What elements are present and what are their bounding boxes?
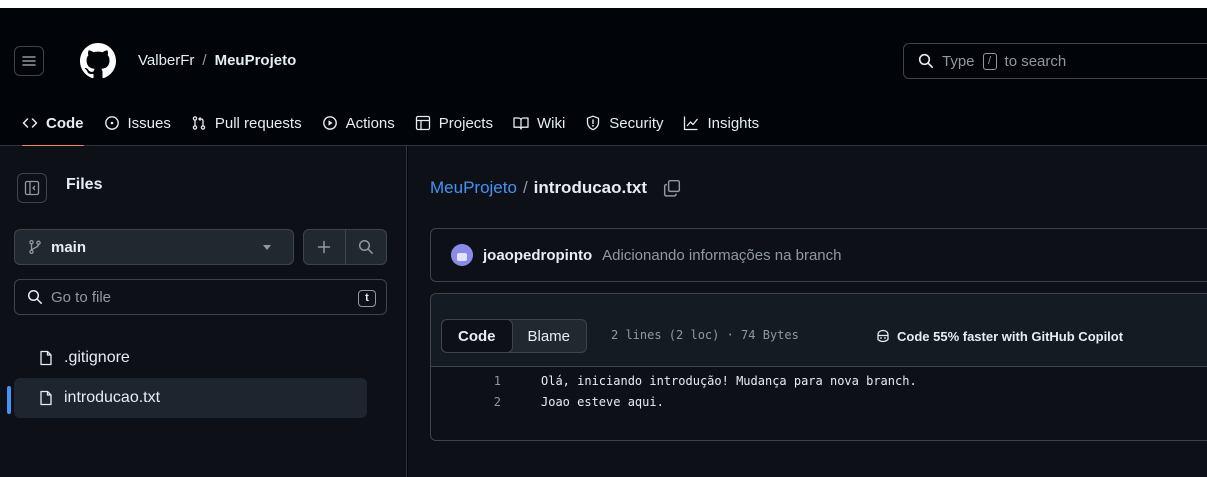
- avatar[interactable]: [451, 244, 473, 266]
- tab-code-label: Code: [46, 114, 84, 132]
- search-icon: [358, 239, 373, 254]
- chevron-down-icon: [263, 245, 271, 250]
- breadcrumb: ValberFr / MeuProjeto: [138, 52, 296, 69]
- tab-wiki[interactable]: Wiki: [505, 106, 573, 140]
- copy-icon[interactable]: [663, 179, 681, 197]
- table-icon: [415, 115, 430, 131]
- file-actions-group: [303, 229, 387, 265]
- selected-item-marker: [7, 386, 11, 414]
- search-prefix: Type: [942, 52, 975, 70]
- commit-message[interactable]: Adicionando informações na branch: [602, 247, 841, 264]
- shield-icon: [587, 115, 600, 131]
- owner-link[interactable]: ValberFr: [138, 52, 194, 69]
- copilot-icon: [877, 329, 889, 343]
- search-input[interactable]: Type / to search: [903, 43, 1207, 79]
- tab-security-label: Security: [609, 114, 664, 132]
- book-icon: [513, 117, 529, 130]
- plus-icon: [318, 240, 331, 254]
- copilot-promo[interactable]: Code 55% faster with GitHub Copilot: [875, 328, 1123, 344]
- tab-pull-requests[interactable]: Pull requests: [183, 106, 310, 140]
- file-view: MeuProjeto / introducao.txt joaopedropin…: [408, 146, 1207, 477]
- search-icon: [27, 289, 42, 304]
- file-tree-item-label: introducao.txt: [64, 389, 161, 406]
- git-branch-icon: [29, 239, 41, 255]
- search-suffix: to search: [1004, 52, 1067, 70]
- window-top-edge: [0, 0, 1207, 8]
- repo-link[interactable]: MeuProjeto: [215, 52, 297, 69]
- tab-pull-requests-label: Pull requests: [214, 114, 302, 132]
- line-number[interactable]: 2: [431, 395, 541, 409]
- search-icon: [918, 53, 933, 68]
- copilot-promo-text: Code 55% faster with GitHub Copilot: [897, 328, 1124, 344]
- path-separator: /: [522, 178, 528, 197]
- tab-issues[interactable]: Issues: [96, 106, 179, 140]
- go-to-file-input[interactable]: Go to file t: [14, 279, 387, 315]
- collapse-sidebar-button[interactable]: [17, 173, 47, 203]
- tab-projects-label: Projects: [438, 114, 493, 132]
- file-icon: [40, 390, 52, 406]
- tab-insights-label: Insights: [707, 114, 760, 132]
- latest-commit-bar: joaopedropinto Adicionando informações n…: [430, 228, 1207, 282]
- repo-header: ValberFr / MeuProjeto Type / to search C…: [0, 8, 1207, 147]
- tab-code[interactable]: Code: [14, 106, 92, 147]
- search-shortcut-key: /: [982, 52, 997, 70]
- play-icon: [322, 116, 337, 130]
- file-header: Code Blame 2 lines (2 loc) · 74 Bytes Co…: [431, 294, 1207, 367]
- file-content-box: Code Blame 2 lines (2 loc) · 74 Bytes Co…: [430, 293, 1207, 441]
- search-files-button[interactable]: [346, 230, 387, 264]
- files-heading: Files: [66, 176, 103, 193]
- go-to-file-shortcut: t: [358, 290, 376, 307]
- tab-wiki-label: Wiki: [536, 114, 566, 132]
- file-icon: [40, 350, 52, 366]
- line-content: Olá, iniciando introdução! Mudança para …: [541, 373, 917, 388]
- hamburger-menu-button[interactable]: [14, 46, 44, 76]
- tab-actions[interactable]: Actions: [314, 106, 403, 140]
- current-file-name: introducao.txt: [533, 178, 648, 197]
- file-tree-sidebar: Files main Go to file t .gitignore intro…: [0, 146, 407, 477]
- github-logo-icon[interactable]: [80, 43, 116, 79]
- file-tree-item-selected[interactable]: introducao.txt: [14, 378, 367, 418]
- issue-icon: [104, 116, 119, 130]
- menu-icon: [22, 56, 36, 66]
- blame-view-button[interactable]: Blame: [512, 320, 587, 352]
- line-number[interactable]: 1: [431, 374, 541, 388]
- pull-request-icon: [192, 116, 206, 130]
- avatar-identicon: [451, 244, 473, 266]
- breadcrumb-separator: /: [202, 52, 207, 69]
- file-tree-item-label: .gitignore: [64, 349, 130, 366]
- tab-projects[interactable]: Projects: [407, 106, 501, 140]
- code-view-button[interactable]: Code: [441, 319, 513, 353]
- view-toggle: Code Blame: [441, 319, 588, 353]
- tab-security[interactable]: Security: [577, 106, 671, 140]
- graph-icon: [684, 116, 699, 131]
- code-line: 2 Joao esteve aqui.: [431, 391, 1207, 412]
- branch-name: main: [51, 238, 87, 256]
- file-tree-item[interactable]: .gitignore: [14, 338, 367, 378]
- file-meta: 2 lines (2 loc) · 74 Bytes: [611, 328, 799, 342]
- repo-tabs: Code Issues Pull requests Actions Projec…: [14, 106, 771, 147]
- tab-actions-label: Actions: [345, 114, 395, 132]
- branch-selector[interactable]: main: [14, 229, 294, 265]
- tab-issues-label: Issues: [127, 114, 171, 132]
- line-content: Joao esteve aqui.: [541, 394, 664, 409]
- code-line: 1 Olá, iniciando introdução! Mudança par…: [431, 370, 1207, 391]
- tab-insights[interactable]: Insights: [675, 106, 767, 140]
- sidebar-collapse-icon: [24, 180, 40, 196]
- commit-author[interactable]: joaopedropinto: [483, 247, 592, 264]
- repo-root-link[interactable]: MeuProjeto: [430, 178, 517, 198]
- go-to-file-placeholder: Go to file: [51, 288, 112, 306]
- add-file-button[interactable]: [304, 230, 346, 264]
- code-lines: 1 Olá, iniciando introdução! Mudança par…: [431, 366, 1207, 412]
- code-icon: [22, 118, 38, 128]
- file-path-breadcrumb: MeuProjeto / introducao.txt: [430, 178, 681, 198]
